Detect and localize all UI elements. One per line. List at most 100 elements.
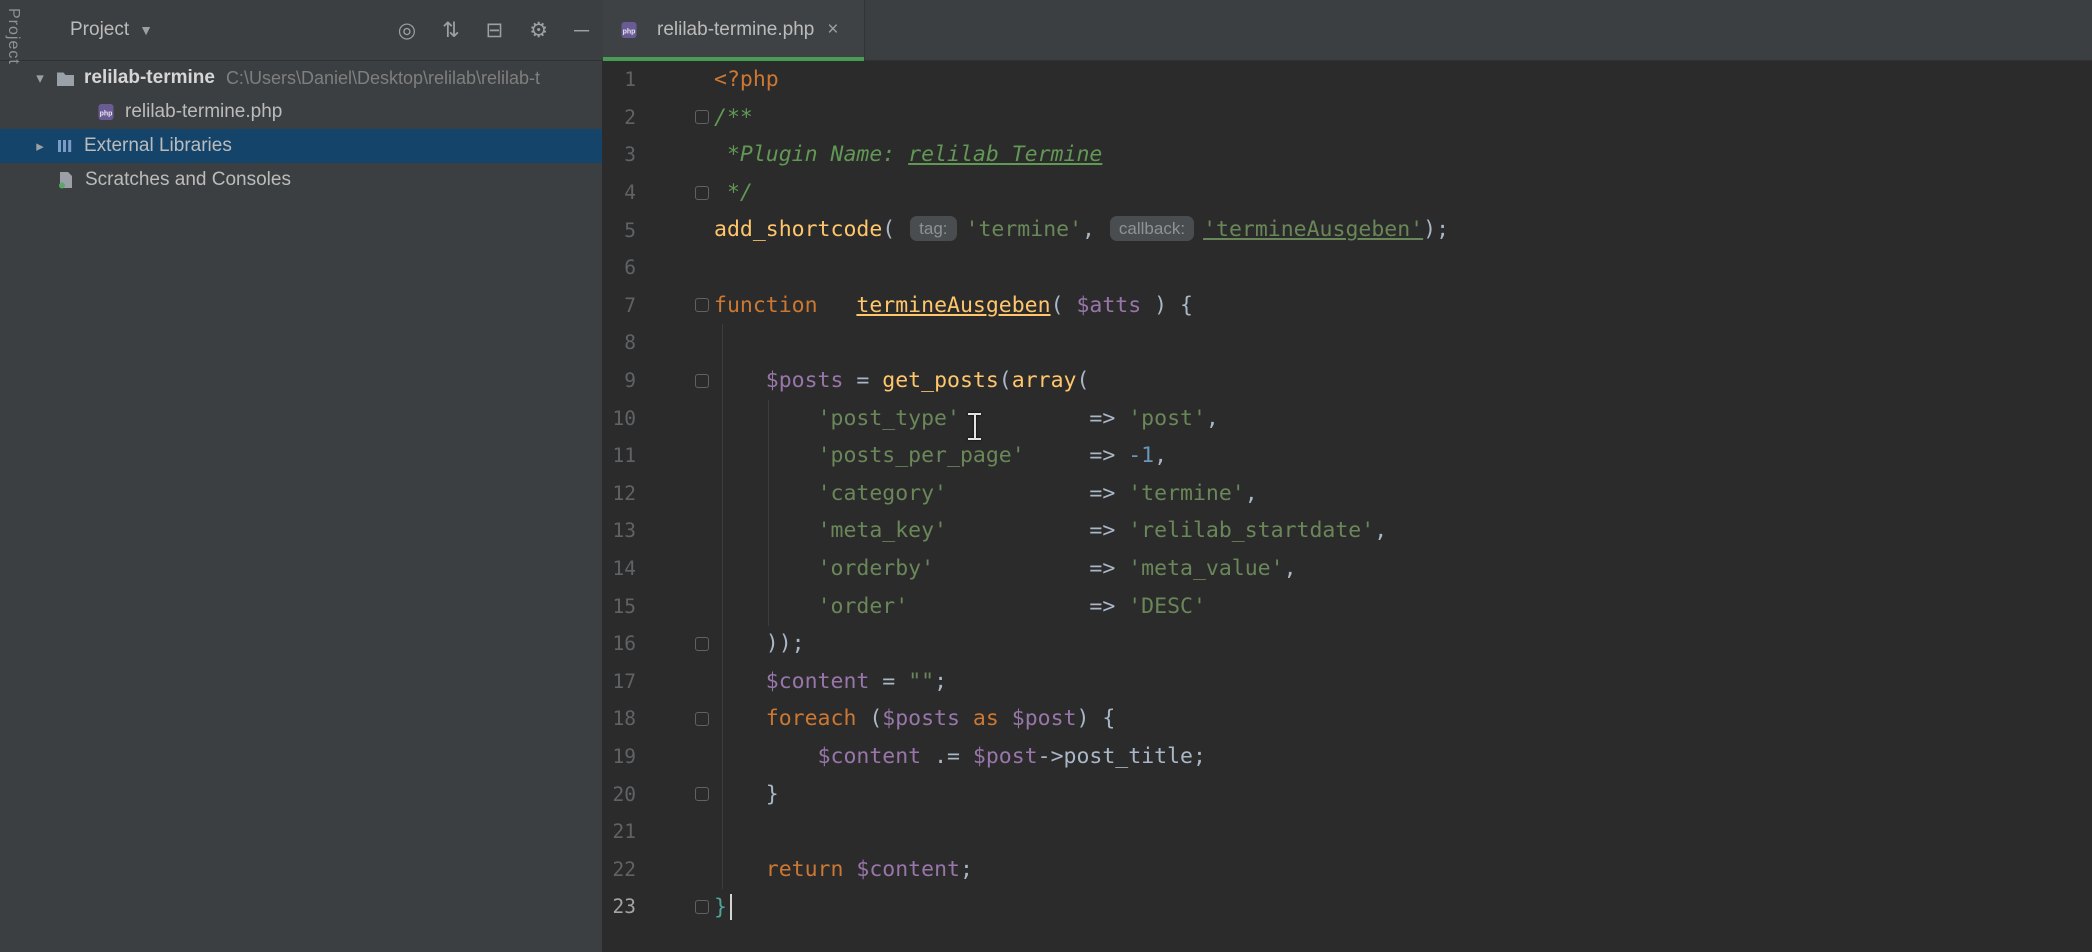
code-line-14[interactable]: 14 'orderby' => 'meta_value', — [603, 550, 2092, 588]
sort-icon[interactable]: ⇅ — [442, 20, 460, 41]
code-line-6[interactable]: 6 — [603, 249, 2092, 287]
panel-toolbar: ◎ ⇅ ⊟ ⚙ ─ — [398, 20, 589, 41]
fold-marker-icon[interactable] — [695, 298, 709, 312]
code-line-8[interactable]: 8 — [603, 324, 2092, 362]
project-dropdown[interactable]: Project — [70, 19, 129, 41]
line-number[interactable]: 19 — [603, 745, 636, 768]
code-line-4[interactable]: 4 */ — [603, 174, 2092, 212]
gutter-fold-column[interactable] — [636, 186, 714, 200]
code-line-18[interactable]: 18 foreach ($posts as $post) { — [603, 700, 2092, 738]
code-text: 'orderby' => 'meta_value', — [714, 556, 1297, 581]
code-text: *Plugin Name: relilab Termine — [714, 142, 1102, 167]
tree-item-path: C:\Users\Daniel\Desktop\relilab\relilab-… — [226, 68, 540, 89]
line-number[interactable]: 14 — [603, 557, 636, 580]
line-number[interactable]: 4 — [603, 181, 636, 204]
code-line-20[interactable]: 20 } — [603, 775, 2092, 813]
fold-marker-icon[interactable] — [695, 637, 709, 651]
gutter-fold-column[interactable] — [636, 637, 714, 651]
code-line-3[interactable]: 3 *Plugin Name: relilab Termine — [603, 136, 2092, 174]
fold-marker-icon[interactable] — [695, 110, 709, 124]
gutter-fold-column[interactable] — [636, 298, 714, 312]
top-bar: Project ▼ ◎ ⇅ ⊟ ⚙ ─ php relilab-termine.php … — [0, 0, 2092, 61]
locate-icon[interactable]: ◎ — [398, 20, 416, 41]
line-number[interactable]: 10 — [603, 407, 636, 430]
fold-marker-icon[interactable] — [695, 900, 709, 914]
tool-window-stripe-project[interactable]: Project — [4, 8, 22, 65]
code-line-19[interactable]: 19 $content .= $post->post_title; — [603, 738, 2092, 776]
tree-item-external-libraries[interactable]: ▸ External Libraries — [0, 129, 602, 163]
close-icon[interactable]: × — [827, 19, 838, 41]
fold-marker-icon[interactable] — [695, 374, 709, 388]
chevron-down-icon[interactable]: ▼ — [139, 22, 153, 38]
code-line-22[interactable]: 22 return $content; — [603, 850, 2092, 888]
gutter-fold-column[interactable] — [636, 900, 714, 914]
chevron-right-icon[interactable]: ▸ — [30, 137, 50, 155]
code-line-12[interactable]: 12 'category' => 'termine', — [603, 475, 2092, 513]
code-line-5[interactable]: 5add_shortcode( tag:'termine', callback:… — [603, 211, 2092, 249]
line-number[interactable]: 20 — [603, 783, 636, 806]
fold-marker-icon[interactable] — [695, 712, 709, 726]
line-number[interactable]: 5 — [603, 219, 636, 242]
hide-panel-icon[interactable]: ─ — [574, 20, 589, 41]
line-number[interactable]: 8 — [603, 331, 636, 354]
code-text: 'meta_key' => 'relilab_startdate', — [714, 518, 1387, 543]
chevron-down-icon[interactable]: ▾ — [30, 69, 50, 87]
code-area[interactable]: 1<?php2/**3 *Plugin Name: relilab Termin… — [603, 61, 2092, 926]
library-icon — [55, 137, 75, 155]
tree-item-scratches-and-consoles[interactable]: Scratches and Consoles — [0, 163, 602, 197]
collapse-all-icon[interactable]: ⊟ — [486, 20, 504, 41]
line-number[interactable]: 12 — [603, 482, 636, 505]
code-line-9[interactable]: 9 $posts = get_posts(array( — [603, 362, 2092, 400]
line-number[interactable]: 23 — [603, 895, 636, 918]
line-number[interactable]: 21 — [603, 820, 636, 843]
php-file-icon: php — [96, 103, 116, 121]
gutter-fold-column[interactable] — [636, 110, 714, 124]
gutter-fold-column[interactable] — [636, 712, 714, 726]
line-number[interactable]: 9 — [603, 369, 636, 392]
text-caret — [730, 894, 732, 920]
code-line-7[interactable]: 7 function termineAusgeben( $atts ) { — [603, 287, 2092, 325]
code-text: foreach ($posts as $post) { — [714, 706, 1115, 731]
code-line-1[interactable]: 1 <?php — [603, 61, 2092, 99]
tree-item-relilab-termine[interactable]: ▾relilab-termineC:\Users\Daniel\Desktop\… — [0, 61, 602, 95]
editor[interactable]: 1<?php2/**3 *Plugin Name: relilab Termin… — [603, 61, 2092, 952]
folder-icon — [55, 69, 75, 87]
project-tree: ▾relilab-termineC:\Users\Daniel\Desktop\… — [0, 61, 602, 197]
code-line-11[interactable]: 11 'posts_per_page' => -1, — [603, 437, 2092, 475]
settings-gear-icon[interactable]: ⚙ — [529, 20, 548, 41]
line-number[interactable]: 2 — [603, 106, 636, 129]
line-number[interactable]: 22 — [603, 858, 636, 881]
code-text: $posts = get_posts(array( — [714, 368, 1089, 393]
code-line-23[interactable]: 23} — [603, 888, 2092, 926]
fold-marker-icon[interactable] — [695, 186, 709, 200]
line-number[interactable]: 18 — [603, 707, 636, 730]
line-number[interactable]: 3 — [603, 143, 636, 166]
fold-marker-icon[interactable] — [695, 787, 709, 801]
code-line-15[interactable]: 15 'order' => 'DESC' — [603, 587, 2092, 625]
tree-item-label: External Libraries — [84, 135, 232, 157]
code-line-13[interactable]: 13 'meta_key' => 'relilab_startdate', — [603, 512, 2092, 550]
code-text: function termineAusgeben( $atts ) { — [714, 293, 1193, 318]
gutter-fold-column[interactable] — [636, 374, 714, 388]
editor-tab[interactable]: php relilab-termine.php × — [603, 0, 865, 60]
line-number[interactable]: 11 — [603, 444, 636, 467]
code-line-16[interactable]: 16 )); — [603, 625, 2092, 663]
line-number[interactable]: 16 — [603, 632, 636, 655]
line-number[interactable]: 13 — [603, 519, 636, 542]
line-number[interactable]: 7 — [603, 294, 636, 317]
code-line-17[interactable]: 17 $content = ""; — [603, 663, 2092, 701]
tree-item-relilab-termine-php[interactable]: phprelilab-termine.php — [0, 95, 602, 129]
line-number[interactable]: 1 — [603, 68, 636, 91]
line-number[interactable]: 15 — [603, 595, 636, 618]
gutter-fold-column[interactable] — [636, 787, 714, 801]
line-number[interactable]: 17 — [603, 670, 636, 693]
scratches-icon — [56, 171, 76, 189]
code-line-10[interactable]: 10 'post_type' => 'post', — [603, 399, 2092, 437]
code-line-2[interactable]: 2/** — [603, 99, 2092, 137]
code-text: } — [714, 782, 779, 807]
code-text: return $content; — [714, 857, 973, 882]
code-text: $content .= $post->post_title; — [714, 744, 1206, 769]
code-line-21[interactable]: 21 — [603, 813, 2092, 851]
code-text: <?php — [714, 67, 779, 92]
line-number[interactable]: 6 — [603, 256, 636, 279]
